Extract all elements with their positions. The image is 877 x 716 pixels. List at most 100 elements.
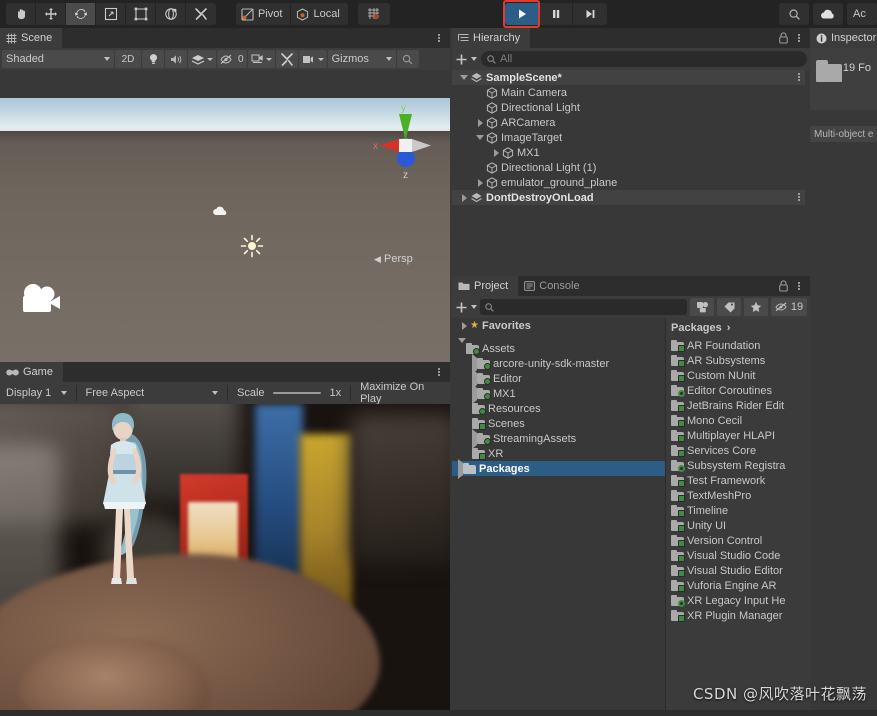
package-row[interactable]: Timeline [666, 503, 810, 518]
tab-hierarchy[interactable]: Hierarchy [452, 28, 531, 48]
tree-twisty[interactable] [458, 75, 470, 80]
tree-twisty[interactable] [458, 193, 470, 202]
hierarchy-row[interactable]: SampleScene* [452, 70, 810, 85]
package-row[interactable]: XR Plugin Manager [666, 608, 810, 623]
scale-tool-button[interactable] [96, 3, 126, 25]
tab-inspector[interactable]: Inspector [810, 28, 877, 48]
package-row[interactable]: Custom NUnit [666, 368, 810, 383]
hierarchy-row[interactable]: MX1 [452, 145, 810, 160]
breadcrumb[interactable]: Packages › [666, 318, 810, 338]
package-row[interactable]: Visual Studio Code [666, 548, 810, 563]
step-button[interactable] [573, 3, 607, 25]
toggle-2d-button[interactable]: 2D [115, 50, 141, 68]
project-visibility-toggle[interactable]: 19 [771, 298, 807, 316]
scale-slider[interactable]: Scale 1x [233, 384, 345, 402]
hierarchy-row[interactable]: Directional Light [452, 100, 810, 115]
package-row[interactable]: Mono Cecil [666, 413, 810, 428]
filter-by-label-button[interactable] [717, 298, 741, 316]
scene-audio-button[interactable] [165, 50, 187, 68]
search-icon[interactable] [779, 3, 809, 25]
project-asset-tree[interactable]: Assets arcore-unity-sdk-master Editor MX1 Re… [452, 337, 665, 479]
package-row[interactable]: XR Legacy Input He [666, 593, 810, 608]
cloud-icon[interactable] [813, 3, 843, 25]
create-asset-button[interactable] [455, 301, 477, 314]
secondary-gizmo-icon[interactable] [212, 204, 230, 219]
light-gizmo-icon[interactable] [240, 234, 264, 261]
grid-snapping-button[interactable] [357, 3, 390, 25]
custom-tool-button[interactable] [186, 3, 216, 25]
gizmos-dropdown[interactable]: Gizmos [327, 50, 396, 68]
game-menu-icon[interactable] [434, 368, 444, 376]
project-tree-row[interactable]: Editor [452, 368, 665, 389]
scene-search-field[interactable] [396, 50, 419, 68]
project-tree-row[interactable]: StreamingAssets [452, 428, 665, 449]
row-menu-icon[interactable] [794, 193, 804, 201]
package-row[interactable]: AR Foundation [666, 338, 810, 353]
tab-scene[interactable]: Scene [0, 28, 63, 48]
play-button[interactable] [503, 0, 540, 28]
scene-viewport[interactable]: y x z ◀ Persp [0, 98, 450, 390]
package-row[interactable]: Test Framework [666, 473, 810, 488]
maximize-on-play-button[interactable]: Maximize On Play [356, 381, 448, 405]
filter-by-type-button[interactable] [690, 298, 714, 316]
project-tree-row[interactable]: arcore-unity-sdk-master [452, 353, 665, 374]
package-row[interactable]: AR Subsystems [666, 353, 810, 368]
project-tree-row[interactable]: Scenes [452, 416, 665, 431]
hierarchy-search-input[interactable]: All [481, 51, 807, 67]
project-menu-icon[interactable] [794, 282, 804, 290]
camera-gizmo-icon[interactable] [18, 282, 64, 319]
tab-project[interactable]: Project [452, 276, 519, 296]
hierarchy-row[interactable]: Main Camera [452, 85, 810, 100]
project-search-input[interactable] [480, 299, 687, 315]
package-row[interactable]: JetBrains Rider Edit [666, 398, 810, 413]
scene-menu-icon[interactable] [434, 34, 444, 42]
project-tree-row[interactable]: Packages [452, 458, 665, 479]
scene-tools-button[interactable] [275, 50, 298, 68]
package-row[interactable]: TextMeshPro [666, 488, 810, 503]
lock-icon[interactable] [778, 32, 789, 44]
tree-twisty[interactable] [474, 135, 486, 140]
tab-game[interactable]: Game [0, 362, 63, 382]
hand-tool-button[interactable] [6, 3, 36, 25]
move-tool-button[interactable] [36, 3, 66, 25]
filter-by-favorite-button[interactable] [744, 298, 768, 316]
hierarchy-tree[interactable]: SampleScene* Main Camera Directional Light… [452, 70, 810, 276]
scene-axis-gizmo[interactable]: y x z [355, 98, 445, 193]
lock-icon[interactable] [778, 280, 789, 292]
package-row[interactable]: Editor Coroutines [666, 383, 810, 398]
project-content-pane[interactable]: Packages › AR Foundation AR Subsystems Cus… [666, 318, 810, 716]
rotate-tool-button[interactable] [66, 3, 96, 25]
favorites-twisty[interactable] [458, 321, 470, 330]
scene-lighting-button[interactable] [142, 50, 164, 68]
scale-slider-track[interactable] [273, 392, 322, 394]
project-tree-row[interactable]: MX1 [452, 383, 665, 404]
local-toggle-button[interactable]: Local [291, 3, 348, 25]
package-row[interactable]: Unity UI [666, 518, 810, 533]
account-button[interactable]: Ac [847, 3, 877, 25]
display-dropdown[interactable]: Display 1 [2, 384, 71, 402]
project-tree-row[interactable]: Resources [452, 401, 665, 416]
create-object-button[interactable] [455, 53, 477, 66]
hierarchy-menu-icon[interactable] [794, 34, 804, 42]
tab-console[interactable]: Console [518, 276, 590, 296]
tree-twisty[interactable] [474, 118, 486, 127]
package-list[interactable]: AR Foundation AR Subsystems Custom NUnit Ed… [666, 338, 810, 623]
transform-tool-button[interactable] [156, 3, 186, 25]
scene-fx-dropdown[interactable] [188, 50, 216, 68]
package-row[interactable]: Services Core [666, 443, 810, 458]
package-row[interactable]: Version Control [666, 533, 810, 548]
scene-projection-label[interactable]: ◀ Persp [374, 253, 413, 265]
hierarchy-row[interactable]: emulator_ground_plane [452, 175, 810, 190]
tree-twisty[interactable] [458, 337, 466, 355]
row-menu-icon[interactable] [794, 73, 804, 81]
project-tree-row[interactable]: Assets [452, 337, 665, 356]
pause-button[interactable] [539, 3, 573, 25]
shading-mode-dropdown[interactable]: Shaded [2, 50, 114, 68]
scene-view-options-dropdown[interactable] [298, 50, 327, 68]
project-tree-pane[interactable]: ★ Favorites Assets arcore-unity-sdk-maste… [452, 318, 665, 716]
game-viewport[interactable] [0, 404, 450, 716]
rect-tool-button[interactable] [126, 3, 156, 25]
hierarchy-row[interactable]: ImageTarget [452, 130, 810, 145]
pivot-toggle-button[interactable]: Pivot [236, 3, 292, 25]
scene-camera-settings-dropdown[interactable] [247, 50, 275, 68]
